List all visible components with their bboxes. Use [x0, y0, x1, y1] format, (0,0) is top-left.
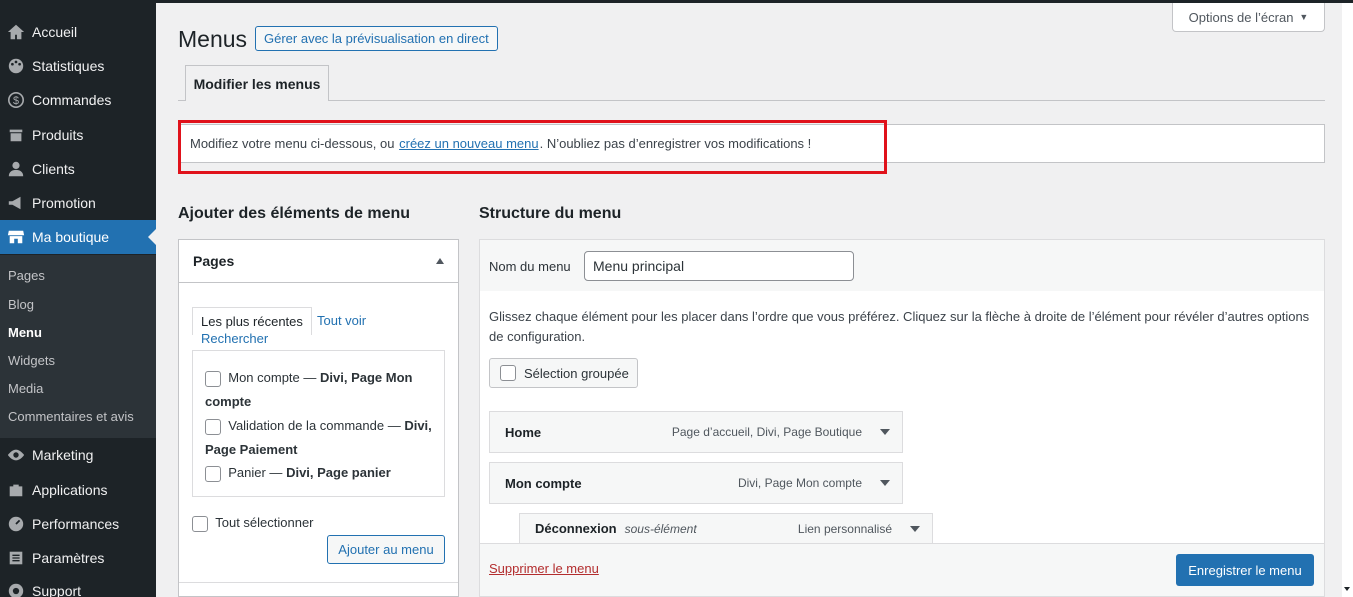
submenu: Pages Blog Menu Widgets Media Commentair… — [0, 255, 156, 438]
screen-options-label: Options de l’écran — [1188, 9, 1294, 25]
sidebar-item-label: Accueil — [32, 24, 78, 40]
sidebar-item-label: Statistiques — [32, 58, 105, 74]
sidebar-item-performances[interactable]: Performances — [0, 507, 156, 541]
select-all-label: Tout sélectionner — [215, 515, 314, 530]
sidebar-item-statistiques[interactable]: Statistiques — [0, 49, 156, 83]
menu-name-input[interactable]: Menu principal — [584, 251, 854, 281]
menu-structure-heading: Structure du menu — [479, 205, 622, 222]
sidebar-item-parametres[interactable]: Paramètres — [0, 541, 156, 575]
tab-view-all[interactable]: Tout voir — [317, 313, 366, 328]
tab-divider — [178, 100, 1325, 101]
menu-item-type: Page d’accueil, Divi, Page Boutique — [671, 425, 862, 439]
sidebar-item-label: Paramètres — [32, 550, 105, 566]
collapse-arrow-icon[interactable] — [436, 258, 444, 264]
sidebar-item-promotion[interactable]: Promotion — [0, 186, 156, 220]
sidebar-item-support[interactable]: Support — [0, 574, 156, 597]
menu-item-title: Mon compte — [505, 475, 582, 491]
home-icon — [0, 15, 32, 49]
pages-panel-header[interactable]: Pages — [179, 240, 458, 283]
svg-text:$: $ — [13, 95, 19, 107]
sidebar-item-clients[interactable]: Clients — [0, 152, 156, 186]
menu-item-type: Divi, Page Mon compte — [737, 476, 862, 490]
sidebar-item-label: Promotion — [32, 195, 96, 211]
page-name: Validation de la commande — — [228, 418, 401, 433]
user-icon — [0, 152, 32, 186]
sidebar-item-produits[interactable]: Produits — [0, 118, 156, 152]
screen-options-button[interactable]: Options de l’écran ▼ — [1172, 3, 1325, 32]
support-icon — [0, 574, 32, 597]
dollar-icon: $ — [0, 83, 32, 117]
sidebar-item-label: Applications — [32, 482, 108, 498]
bulk-select-label: Sélection groupée — [524, 365, 629, 381]
sidebar-item-label: Ma boutique — [32, 229, 110, 245]
pages-checklist: Mon compte — Divi, Page Mon compte Valid… — [192, 350, 445, 497]
submenu-item-pages[interactable]: Pages — [8, 268, 45, 283]
page-title: Menus — [178, 26, 248, 52]
menu-instructions: Glissez chaque élément pour les placer d… — [489, 309, 1310, 344]
checkbox[interactable] — [205, 370, 221, 387]
submenu-item-media[interactable]: Media — [8, 381, 43, 396]
save-menu-button[interactable]: Enregistrer le menu — [1176, 554, 1314, 586]
scroll-down-arrow-icon[interactable] — [1344, 587, 1350, 591]
menu-item-home[interactable]: Home Page d’accueil, Divi, Page Boutique — [489, 411, 903, 453]
gauge-icon — [0, 507, 32, 541]
bulk-select-checkbox[interactable] — [500, 365, 516, 381]
add-items-heading: Ajouter des éléments de menu — [178, 205, 411, 222]
menu-item-title: Déconnexion — [535, 521, 617, 536]
sidebar-item-accueil[interactable]: Accueil — [0, 15, 156, 49]
admin-sidebar: Accueil Statistiques $ Commandes Produits… — [0, 0, 156, 597]
store-icon — [0, 220, 32, 254]
palette-icon — [0, 49, 32, 83]
megaphone-icon — [0, 186, 32, 220]
tab-search[interactable]: Rechercher — [201, 331, 268, 346]
menu-item-type: Lien personnalisé — [797, 521, 892, 536]
page-name: Mon compte — — [228, 370, 317, 385]
list-item[interactable]: Panier — Divi, Page panier — [205, 461, 437, 485]
tab-edit-menus[interactable]: Modifier les menus — [185, 65, 329, 101]
sidebar-item-label: Commandes — [32, 92, 112, 108]
settings-icon — [0, 541, 32, 575]
bulk-select-button[interactable]: Sélection groupée — [489, 358, 638, 388]
expand-arrow-icon[interactable] — [910, 526, 920, 532]
vertical-scrollbar[interactable] — [1342, 3, 1353, 597]
sidebar-item-label: Marketing — [32, 447, 94, 463]
eye-icon — [0, 438, 32, 472]
archive-icon — [0, 118, 32, 152]
sidebar-item-label: Produits — [32, 127, 84, 143]
caret-down-icon: ▼ — [1299, 12, 1309, 22]
sidebar-item-label: Performances — [32, 516, 120, 532]
select-all[interactable]: Tout sélectionner — [192, 515, 314, 532]
panel-divider — [179, 582, 458, 583]
menu-name-label: Nom du menu — [489, 259, 571, 274]
delete-menu-link[interactable]: Supprimer le menu — [489, 561, 599, 576]
live-preview-button[interactable]: Gérer avec la prévisualisation en direct — [255, 26, 498, 51]
checkbox[interactable] — [205, 465, 221, 482]
page-name: Panier — — [228, 465, 283, 480]
expand-arrow-icon[interactable] — [880, 429, 890, 435]
sidebar-item-label: Clients — [32, 161, 75, 177]
sidebar-item-marketing[interactable]: Marketing — [0, 438, 156, 472]
sidebar-item-commandes[interactable]: $ Commandes — [0, 83, 156, 117]
expand-arrow-icon[interactable] — [880, 480, 890, 486]
submenu-item-menu[interactable]: Menu — [8, 325, 42, 340]
menu-item-deconnexion[interactable]: Déconnexion sous-élément Lien personnalisé — [519, 513, 933, 543]
sidebar-item-label: Support — [32, 583, 82, 597]
select-all-checkbox[interactable] — [192, 515, 208, 532]
pages-panel-title: Pages — [193, 253, 235, 269]
add-to-menu-button[interactable]: Ajouter au menu — [327, 535, 445, 564]
sidebar-item-applications[interactable]: Applications — [0, 473, 156, 507]
menu-item-mon-compte[interactable]: Mon compte Divi, Page Mon compte — [489, 462, 903, 504]
list-item[interactable]: Mon compte — Divi, Page Mon compte — [205, 366, 437, 414]
submenu-item-commentaires[interactable]: Commentaires et avis — [8, 409, 134, 424]
highlight-annotation — [178, 120, 887, 174]
submenu-item-widgets[interactable]: Widgets — [8, 353, 55, 368]
menu-item-subitem-tag: sous-élément — [624, 521, 697, 536]
submenu-item-blog[interactable]: Blog — [8, 297, 34, 312]
briefcase-icon — [0, 473, 32, 507]
menu-item-title: Home — [505, 424, 542, 440]
list-item[interactable]: Validation de la commande — Divi, Page P… — [205, 414, 437, 462]
sidebar-item-ma-boutique[interactable]: Ma boutique — [0, 220, 156, 254]
page-meta: Divi, Page panier — [286, 465, 391, 480]
checkbox[interactable] — [205, 418, 221, 435]
